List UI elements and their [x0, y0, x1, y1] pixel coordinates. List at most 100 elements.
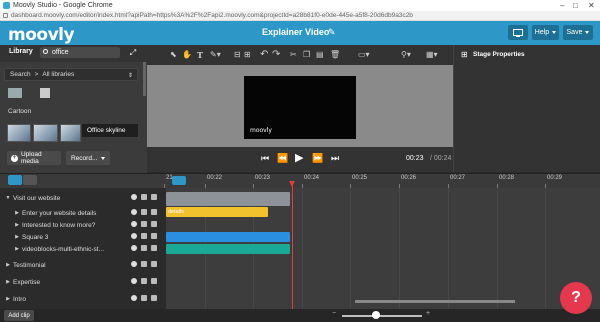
help-button[interactable]: Help [532, 25, 559, 40]
preview-screen-button[interactable] [508, 25, 528, 40]
library-scrollbar[interactable] [143, 62, 146, 96]
play-icon[interactable]: ▶ [295, 151, 303, 164]
expand-arrow-icon[interactable]: ▶ [12, 210, 22, 216]
lock-icon[interactable] [141, 194, 147, 200]
layer-row[interactable]: ▶ Intro [0, 293, 166, 305]
clip-bar-video[interactable] [166, 244, 290, 254]
expand-arrow-icon[interactable]: ▶ [3, 279, 13, 285]
address-bar[interactable]: dashboard.moovly.com/editor/index.html?a… [0, 11, 600, 21]
trash-icon[interactable] [151, 209, 157, 215]
layer-row[interactable]: ▶ videoblocks-multi-ethnic-st... [0, 243, 166, 255]
layer-row[interactable]: ▶ Interested to know more? [0, 219, 166, 231]
layer-row[interactable]: ▶ Enter your website details [0, 207, 166, 219]
eye-icon[interactable] [131, 245, 137, 251]
expand-arrow-icon[interactable]: ▶ [12, 246, 22, 252]
lock-icon[interactable] [141, 209, 147, 215]
playhead[interactable] [292, 183, 293, 309]
trash-icon[interactable] [151, 245, 157, 251]
expand-library-icon[interactable]: ⤢ [127, 47, 139, 58]
zoom-slider-handle[interactable] [372, 311, 380, 319]
library-thumbnail[interactable] [8, 88, 22, 98]
library-thumbnail[interactable] [60, 124, 81, 142]
skip-start-icon[interactable]: ⏮ [261, 153, 269, 164]
text-tool-icon[interactable]: T [197, 50, 203, 60]
edit-title-pencil-icon[interactable]: ✎ [328, 27, 336, 38]
lock-icon[interactable] [141, 278, 147, 284]
skip-end-icon[interactable]: ⏭ [331, 153, 339, 164]
library-thumbnail[interactable] [33, 124, 58, 142]
library-thumbnail[interactable] [40, 88, 50, 98]
draw-tool-icon[interactable]: ✎▾ [210, 50, 221, 60]
eye-icon[interactable] [131, 233, 137, 239]
trash-icon[interactable] [151, 261, 157, 267]
playhead-marker-icon[interactable] [289, 181, 295, 187]
layer-row[interactable]: ▼ Visit our website [0, 192, 166, 204]
copy-icon[interactable]: ❐ [303, 50, 310, 60]
align-icon[interactable]: ⊟ [234, 50, 241, 60]
trash-icon[interactable] [151, 295, 157, 301]
lock-icon[interactable] [141, 221, 147, 227]
layer-row[interactable]: ▶ Expertise [0, 276, 166, 288]
project-title[interactable]: Explainer Video [262, 27, 329, 37]
trash-icon[interactable] [151, 194, 157, 200]
undo-icon[interactable]: ↶ [260, 50, 268, 60]
expand-arrow-icon[interactable]: ▶ [12, 234, 22, 240]
group-clip-bar[interactable] [166, 192, 290, 206]
grid-view-button[interactable] [23, 175, 37, 185]
cut-icon[interactable]: ✂ [290, 50, 297, 60]
distribute-icon[interactable]: ⊞ [244, 50, 251, 60]
layer-row[interactable]: ▶ Testimonial [0, 259, 166, 271]
eye-icon[interactable] [131, 209, 137, 215]
delete-icon[interactable]: 🗑 [330, 50, 340, 60]
upload-media-button[interactable]: + Upload media [7, 151, 61, 165]
library-search-input[interactable]: office [40, 47, 120, 58]
trash-icon[interactable] [151, 278, 157, 284]
crumb-search[interactable]: Search [10, 71, 31, 78]
fit-timeline-button[interactable] [172, 176, 186, 185]
expand-arrow-icon[interactable]: ▶ [3, 262, 13, 268]
rewind-icon[interactable]: ⏪ [277, 153, 288, 164]
clip-bar-square[interactable] [166, 232, 290, 242]
collapse-arrow-icon[interactable]: ▼ [3, 195, 13, 201]
zoom-slider[interactable] [342, 315, 422, 317]
plus-icon[interactable]: ⊞ [461, 50, 468, 59]
help-label: Help [534, 29, 550, 36]
expand-arrow-icon[interactable]: ▶ [3, 296, 13, 302]
zoom-search-icon[interactable]: ⚲▾ [401, 50, 411, 60]
eye-icon[interactable] [131, 278, 137, 284]
list-view-button[interactable] [8, 175, 22, 185]
paste-icon[interactable]: ▤ [316, 50, 324, 60]
library-breadcrumb[interactable]: Search > All libraries ⇕ [4, 68, 138, 81]
trash-icon[interactable] [151, 233, 157, 239]
lock-icon[interactable] [141, 295, 147, 301]
maximize-icon[interactable]: □ [573, 0, 578, 11]
grid-view-icon[interactable]: ▦▾ [426, 50, 438, 60]
lock-icon[interactable] [141, 233, 147, 239]
zoom-in-icon[interactable]: + [426, 310, 430, 317]
zoom-out-icon[interactable]: − [332, 310, 336, 317]
layer-row[interactable]: ▶ Square 3 [0, 231, 166, 243]
eye-icon[interactable] [131, 221, 137, 227]
library-thumbnail[interactable] [7, 124, 31, 142]
help-chat-button[interactable]: ? [560, 282, 592, 314]
clip-bar-details[interactable]: details [166, 207, 268, 217]
close-icon[interactable]: ✕ [588, 0, 595, 11]
crumb-all-libraries[interactable]: All libraries [42, 71, 74, 78]
trash-icon[interactable] [151, 221, 157, 227]
eye-icon[interactable] [131, 295, 137, 301]
eye-icon[interactable] [131, 194, 137, 200]
lock-icon[interactable] [141, 261, 147, 267]
fast-forward-icon[interactable]: ⏩ [312, 153, 323, 164]
timeline-scrollbar[interactable] [355, 300, 515, 303]
select-pointer-icon[interactable]: ⬉ [170, 50, 177, 60]
eye-icon[interactable] [131, 261, 137, 267]
save-button[interactable]: Save [563, 25, 593, 40]
redo-icon[interactable]: ↷ [272, 50, 280, 60]
layout-icon[interactable]: ▭▾ [358, 50, 370, 60]
hand-icon[interactable]: ✋ [182, 50, 192, 60]
add-clip-button[interactable]: Add clip [4, 310, 34, 321]
expand-arrow-icon[interactable]: ▶ [12, 222, 22, 228]
minimize-icon[interactable]: – [560, 0, 564, 11]
record-button[interactable]: Record... [66, 151, 110, 165]
lock-icon[interactable] [141, 245, 147, 251]
